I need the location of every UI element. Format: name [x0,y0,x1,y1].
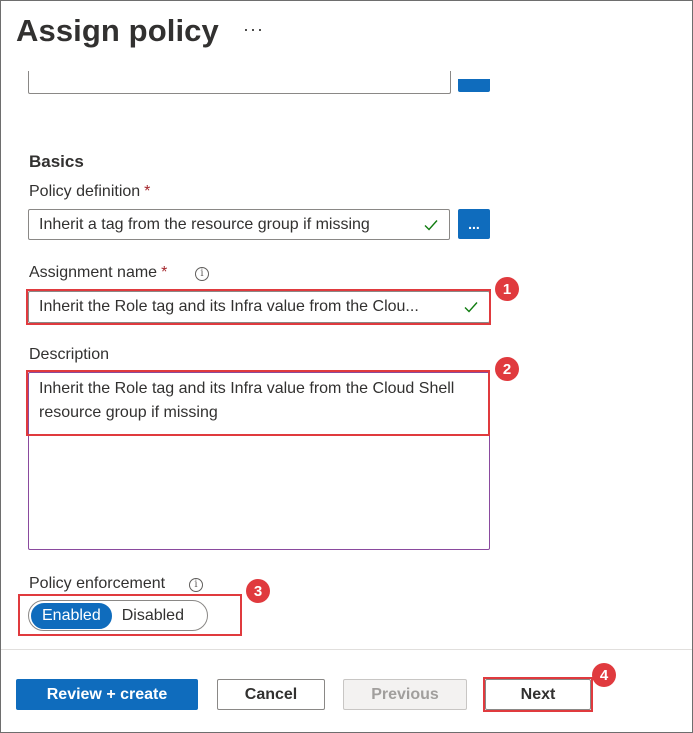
checkmark-icon [424,219,438,231]
callout-badge-1: 1 [495,277,519,301]
required-mark: * [144,183,151,200]
info-icon[interactable]: i [195,267,209,281]
browse-policy-button[interactable]: ... [458,209,490,239]
assignment-name-label: Assignment name * [29,264,167,282]
previous-button[interactable]: Previous [343,679,467,710]
assignment-name-value: Inherit the Role tag and its Infra value… [39,298,419,315]
policy-enforcement-label: Policy enforcement [29,575,166,592]
required-mark: * [161,264,168,281]
disabled-option[interactable]: Disabled [112,607,194,625]
scope-browse-button-partial[interactable] [458,79,490,92]
policy-definition-label-text: Policy definition [29,183,141,200]
basics-section-title: Basics [29,152,84,171]
assignment-name-label-text: Assignment name [29,264,158,281]
policy-definition-field[interactable]: Inherit a tag from the resource group if… [28,209,450,240]
policy-definition-value: Inherit a tag from the resource group if… [39,215,370,233]
callout-badge-4: 4 [592,663,616,687]
footer-divider [1,649,692,650]
callout-badge-2: 2 [495,357,519,381]
page-title: Assign policy [16,13,219,48]
cancel-button[interactable]: Cancel [217,679,325,710]
callout-badge-3: 3 [246,579,270,603]
description-label: Description [29,346,110,363]
description-textarea[interactable]: Inherit the Role tag and its Infra value… [28,372,490,550]
policy-enforcement-toggle[interactable]: Enabled Disabled [28,600,208,631]
scope-field-partial[interactable] [28,71,451,94]
assignment-name-field[interactable]: Inherit the Role tag and its Infra value… [28,291,490,323]
next-button[interactable]: Next [485,679,591,710]
enabled-option[interactable]: Enabled [31,602,112,629]
policy-definition-label: Policy definition * [29,183,150,201]
info-icon[interactable]: i [189,578,203,592]
review-create-button[interactable]: Review + create [16,679,198,710]
more-options-icon[interactable]: ··· [243,19,264,40]
checkmark-icon [464,302,478,313]
assign-policy-page: Assign policy ··· Basics Policy definiti… [0,0,693,733]
